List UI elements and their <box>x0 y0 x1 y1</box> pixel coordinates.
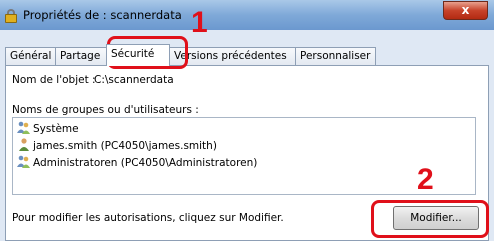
tab-previous-versions[interactable]: Versions précédentes <box>169 47 296 65</box>
user-icon <box>17 138 31 151</box>
groups-label: Noms de groupes ou d'utilisateurs : <box>12 104 199 116</box>
tab-strip: Général Partage Sécurité Versions précéd… <box>5 44 485 66</box>
close-button[interactable]: x <box>443 1 488 20</box>
group-icon <box>17 121 31 134</box>
list-item-james-smith[interactable]: james.smith (PC4050\james.smith) <box>17 138 217 154</box>
object-name-value: C:\scannerdata <box>94 74 174 86</box>
list-item-label: james.smith (PC4050\james.smith) <box>33 140 217 152</box>
users-listbox[interactable]: Système james.smith (PC4050\james.smith)… <box>12 117 476 195</box>
window-title: Propriétés de : scannerdata <box>23 8 182 22</box>
group-icon <box>17 155 31 168</box>
title-bar: Propriétés de : scannerdata x <box>0 0 494 30</box>
tab-security[interactable]: Sécurité <box>106 44 170 66</box>
list-item-label: Système <box>33 123 79 135</box>
tab-customize[interactable]: Personnaliser <box>295 47 376 65</box>
modify-note: Pour modifier les autorisations, cliquez… <box>12 212 284 224</box>
list-item-system[interactable]: Système <box>17 121 79 137</box>
step-1-label: 1 <box>191 6 208 39</box>
object-name-label: Nom de l'objet : <box>12 74 96 86</box>
tab-sharing[interactable]: Partage <box>55 47 107 65</box>
highlight-modify-button <box>371 200 489 238</box>
lock-icon <box>5 9 17 23</box>
step-2-label: 2 <box>417 163 434 196</box>
tab-general[interactable]: Général <box>5 47 56 65</box>
list-item-label: Administratoren (PC4050\Administratoren) <box>33 157 258 169</box>
list-item-administrators[interactable]: Administratoren (PC4050\Administratoren) <box>17 155 257 171</box>
